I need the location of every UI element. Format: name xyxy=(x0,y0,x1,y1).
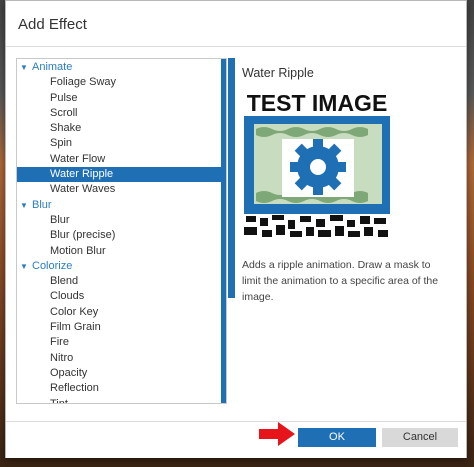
chevron-down-icon[interactable]: ▼ xyxy=(20,60,32,75)
tree-item-color-key[interactable]: Color Key xyxy=(17,305,226,320)
tree-item-pulse[interactable]: Pulse xyxy=(17,91,226,106)
tree-item-blur-precise[interactable]: Blur (precise) xyxy=(17,228,226,243)
tree-item-scroll[interactable]: Scroll xyxy=(17,106,226,121)
tree-item-clouds[interactable]: Clouds xyxy=(17,289,226,304)
tree-category-label: Colorize xyxy=(32,259,73,272)
tree-scrollbar[interactable] xyxy=(221,59,226,403)
add-effect-dialog: Add Effect ▼ Animate Foliage Sway Pulse Scro… xyxy=(5,0,467,458)
tree-item-fire[interactable]: Fire xyxy=(17,335,226,350)
tree-category-label: Blur xyxy=(32,198,52,211)
tree-item-film-grain[interactable]: Film Grain xyxy=(17,320,226,335)
tree-item-motion-blur[interactable]: Motion Blur xyxy=(17,244,226,259)
tree-item-blur[interactable]: Blur xyxy=(17,213,226,228)
preview-scrollbar[interactable] xyxy=(228,58,235,298)
red-arrow-icon xyxy=(259,422,295,446)
effect-tree-list: ▼ Animate Foliage Sway Pulse Scroll Shake Spin… xyxy=(17,59,226,403)
tree-item-water-flow[interactable]: Water Flow xyxy=(17,152,226,167)
tree-item-blend[interactable]: Blend xyxy=(17,274,226,289)
chevron-down-icon[interactable]: ▼ xyxy=(20,259,32,274)
tree-item-nitro[interactable]: Nitro xyxy=(17,351,226,366)
effect-tree[interactable]: ▼ Animate Foliage Sway Pulse Scroll Shake Spin… xyxy=(16,58,227,404)
tree-item-opacity[interactable]: Opacity xyxy=(17,366,226,381)
tree-category-blur[interactable]: ▼ Blur xyxy=(17,198,226,213)
tree-category-animate[interactable]: ▼ Animate xyxy=(17,60,226,75)
ok-button[interactable]: OK xyxy=(298,428,376,447)
tree-item-reflection[interactable]: Reflection xyxy=(17,381,226,396)
dialog-footer: OK Cancel xyxy=(6,421,466,458)
tree-item-foliage-sway[interactable]: Foliage Sway xyxy=(17,75,226,90)
preview-image-text: TEST IMAGE xyxy=(247,90,388,116)
dialog-title: Add Effect xyxy=(6,1,466,47)
tree-item-spin[interactable]: Spin xyxy=(17,136,226,151)
tree-item-tint[interactable]: Tint xyxy=(17,397,226,403)
tree-item-water-ripple[interactable]: Water Ripple xyxy=(17,167,226,183)
effect-description: Adds a ripple animation. Draw a mask to … xyxy=(242,259,439,303)
gear-icon xyxy=(290,139,346,195)
chevron-down-icon[interactable]: ▼ xyxy=(20,198,32,213)
preview-title: Water Ripple xyxy=(242,66,314,80)
tree-category-colorize[interactable]: ▼ Colorize xyxy=(17,259,226,274)
tree-item-water-waves[interactable]: Water Waves xyxy=(17,182,226,197)
preview-noise-pattern xyxy=(242,214,392,239)
preview-image: TEST IMAGE xyxy=(242,89,392,239)
tree-category-label: Animate xyxy=(32,61,73,73)
tree-item-shake[interactable]: Shake xyxy=(17,121,226,136)
cancel-button[interactable]: Cancel xyxy=(382,428,458,447)
